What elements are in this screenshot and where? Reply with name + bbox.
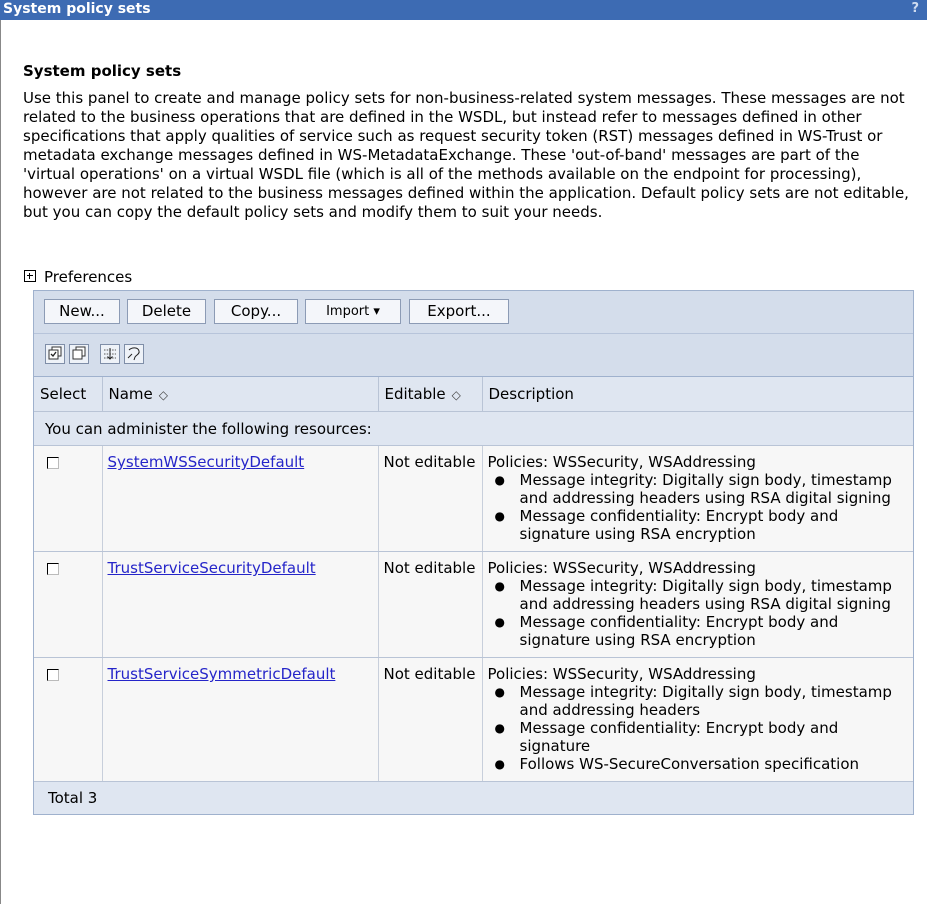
new-button[interactable]: New... <box>44 299 120 324</box>
editable-header-label[interactable]: Editable <box>385 385 446 403</box>
row-select-checkbox[interactable] <box>47 669 59 681</box>
export-button[interactable]: Export... <box>409 299 509 324</box>
page-description: Use this panel to create and manage poli… <box>23 89 909 221</box>
policy-set-link[interactable]: TrustServiceSymmetricDefault <box>108 665 336 683</box>
column-header-editable[interactable]: Editable ◇ <box>378 377 483 412</box>
policy-sets-table: Select Name ◇ Editable ◇ Description You c… <box>34 377 913 782</box>
list-item: Message integrity: Digitally sign body, … <box>495 577 909 613</box>
sort-icon[interactable]: ◇ <box>159 388 168 402</box>
description-header-label: Description <box>488 385 574 403</box>
button-toolbar: New... Delete Copy... Import ▾ Export... <box>34 291 913 334</box>
list-item: Message confidentiality: Encrypt body an… <box>495 613 909 649</box>
policy-set-link[interactable]: TrustServiceSecurityDefault <box>108 559 316 577</box>
clear-filter-icon[interactable] <box>124 344 144 364</box>
select-all-icon[interactable] <box>45 344 65 364</box>
preferences-toggle[interactable]: Preferences <box>24 268 132 286</box>
delete-button[interactable]: Delete <box>127 299 206 324</box>
left-border <box>0 20 1 904</box>
description-cell: Policies: WSSecurity, WSAddressing Messa… <box>482 551 913 658</box>
editable-cell: Not editable <box>378 657 483 782</box>
list-item: Message integrity: Digitally sign body, … <box>495 683 909 719</box>
show-filter-icon[interactable] <box>100 344 120 364</box>
table-row: SystemWSSecurityDefault Not editable Pol… <box>34 445 913 552</box>
column-header-name[interactable]: Name ◇ <box>102 377 379 412</box>
editable-cell: Not editable <box>378 445 483 552</box>
help-icon[interactable]: ? <box>911 1 919 16</box>
selection-icon-toolbar <box>34 334 913 377</box>
description-cell: Policies: WSSecurity, WSAddressing Messa… <box>482 445 913 552</box>
total-count: Total 3 <box>34 782 913 814</box>
policies-text: Policies: WSSecurity, WSAddressing <box>487 559 756 577</box>
copy-button[interactable]: Copy... <box>214 299 298 324</box>
window-title: System policy sets <box>3 1 151 17</box>
list-item: Message integrity: Digitally sign body, … <box>495 471 909 507</box>
policies-text: Policies: WSSecurity, WSAddressing <box>487 665 756 683</box>
list-item: Message confidentiality: Encrypt body an… <box>495 507 909 543</box>
policies-text: Policies: WSSecurity, WSAddressing <box>487 453 756 471</box>
description-cell: Policies: WSSecurity, WSAddressing Messa… <box>482 657 913 782</box>
column-header-description: Description <box>482 377 913 412</box>
table-row: TrustServiceSymmetricDefault Not editabl… <box>34 657 913 782</box>
page-title: System policy sets <box>23 62 182 80</box>
preferences-label: Preferences <box>44 268 133 286</box>
expand-plus-icon[interactable] <box>24 269 36 282</box>
row-select-checkbox[interactable] <box>47 457 59 469</box>
editable-cell: Not editable <box>378 551 483 658</box>
policy-sets-panel: New... Delete Copy... Import ▾ Export...… <box>33 290 914 815</box>
resources-caption-row: You can administer the following resourc… <box>34 411 913 446</box>
select-header-label: Select <box>40 385 87 403</box>
policy-set-link[interactable]: SystemWSSecurityDefault <box>108 453 305 471</box>
name-header-label[interactable]: Name <box>109 385 153 403</box>
deselect-all-icon[interactable] <box>69 344 89 364</box>
list-item: Message confidentiality: Encrypt body an… <box>495 719 909 755</box>
column-header-select: Select <box>34 377 103 412</box>
import-menu-button[interactable]: Import ▾ <box>305 299 401 324</box>
row-select-checkbox[interactable] <box>47 563 59 575</box>
list-item: Follows WS-SecureConversation specificat… <box>495 755 909 773</box>
table-row: TrustServiceSecurityDefault Not editable… <box>34 551 913 658</box>
sort-icon[interactable]: ◇ <box>452 388 461 402</box>
resources-caption: You can administer the following resourc… <box>34 411 913 446</box>
title-bar: System policy sets ? <box>0 0 927 20</box>
table-header-row: Select Name ◇ Editable ◇ Description <box>34 377 913 412</box>
